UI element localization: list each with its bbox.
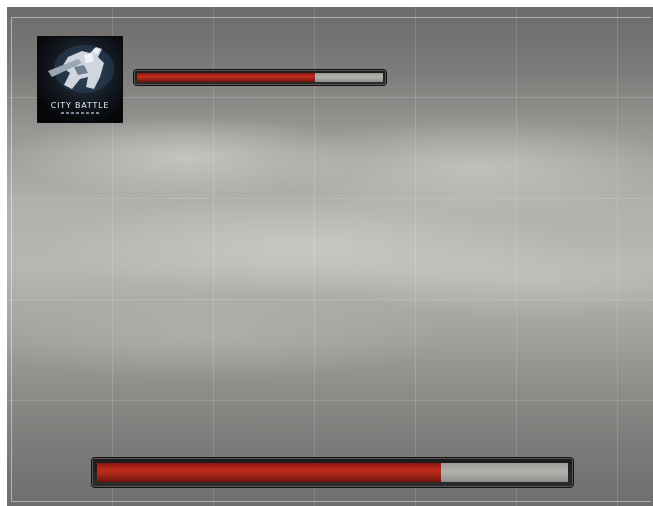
- health-bar-fill: [137, 73, 316, 82]
- logo-title: CITY BATTLE: [50, 101, 110, 110]
- loading-progress-track: [97, 463, 568, 482]
- health-bar-track: [137, 73, 383, 82]
- loading-progress-bar: [92, 458, 573, 487]
- game-screen: CITY BATTLE: [7, 7, 653, 506]
- game-logo: CITY BATTLE: [38, 37, 122, 122]
- loading-progress-fill: [97, 463, 441, 482]
- health-bar: [134, 70, 386, 85]
- soldier-with-rifle-icon: [48, 45, 114, 93]
- logo-subtitle-decoration: [38, 112, 122, 114]
